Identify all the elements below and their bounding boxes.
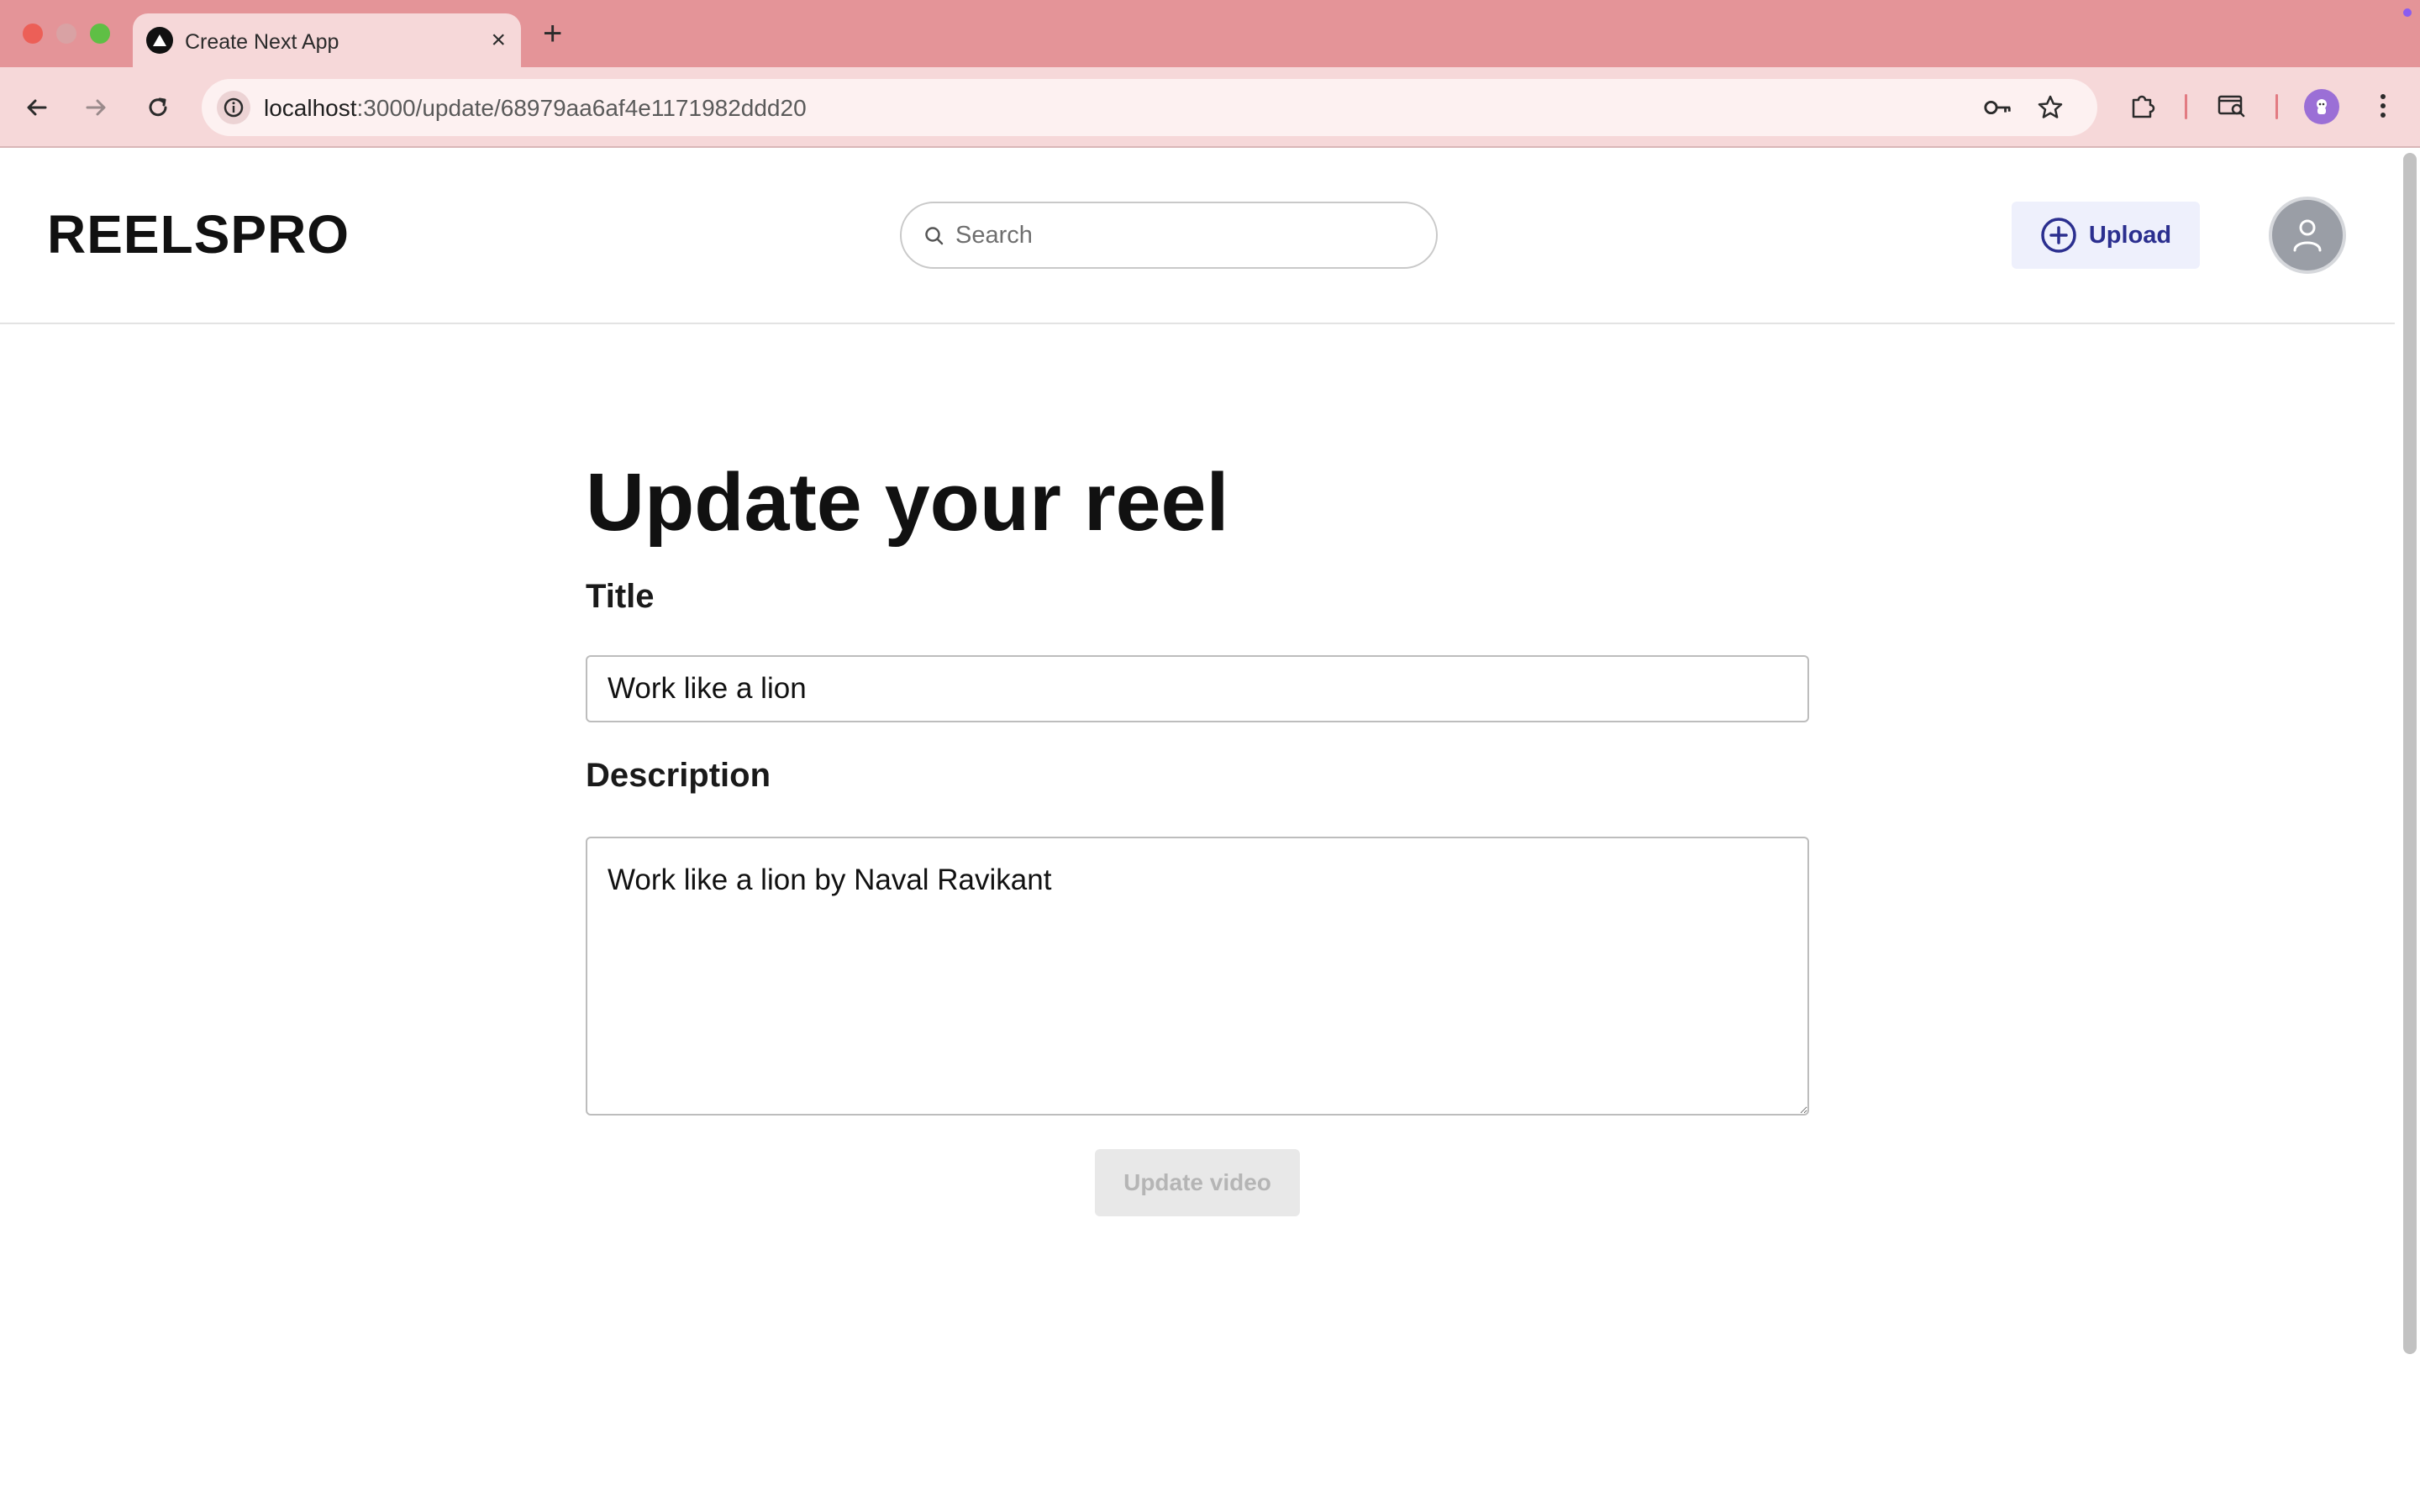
page-scrollbar[interactable] xyxy=(2403,153,2417,1354)
url-host: localhost xyxy=(264,95,357,121)
update-video-button[interactable]: Update video xyxy=(1095,1149,1300,1216)
search-icon xyxy=(925,227,944,245)
window-minimize-button[interactable] xyxy=(56,24,76,44)
user-icon xyxy=(2293,219,2322,252)
tab-title: Create Next App xyxy=(185,30,339,54)
arrow-left-icon[interactable] xyxy=(17,87,57,128)
description-field[interactable]: Work like a lion by Naval Ravikant xyxy=(586,837,1809,1116)
reload-icon[interactable] xyxy=(138,87,178,128)
browser-tab[interactable]: Create Next App × xyxy=(133,13,521,67)
tab-search-icon[interactable] xyxy=(2213,87,2250,124)
app-header: REELSPRO Upload xyxy=(0,148,2395,324)
title-label: Title xyxy=(586,578,655,615)
kebab-menu-icon[interactable] xyxy=(2365,87,2402,124)
upload-label: Upload xyxy=(2088,221,2172,249)
url-text: localhost:3000/update/68979aa6af4e117198… xyxy=(264,95,807,122)
url-path: :3000/update/68979aa6af4e1171982ddd20 xyxy=(356,95,807,121)
new-tab-button[interactable]: + xyxy=(543,15,562,52)
user-avatar-button[interactable] xyxy=(2269,197,2346,274)
toolbar-separator xyxy=(2185,94,2187,119)
title-field[interactable] xyxy=(586,655,1809,722)
search-box[interactable] xyxy=(900,202,1438,269)
arrow-right-icon[interactable] xyxy=(76,87,116,128)
address-bar[interactable]: localhost:3000/update/68979aa6af4e117198… xyxy=(202,79,2097,136)
star-icon[interactable] xyxy=(2035,92,2065,123)
app-logo[interactable]: REELSPRO xyxy=(47,203,350,265)
notification-dot xyxy=(2403,8,2412,17)
browser-toolbar: localhost:3000/update/68979aa6af4e117198… xyxy=(0,67,2420,148)
tab-close-icon[interactable]: × xyxy=(491,25,506,55)
info-icon[interactable] xyxy=(217,91,250,124)
description-label: Description xyxy=(586,757,771,794)
plus-circle-icon xyxy=(2041,218,2076,253)
upload-button[interactable]: Upload xyxy=(2012,202,2200,269)
window-close-button[interactable] xyxy=(23,24,43,44)
tab-strip: Create Next App × + xyxy=(0,0,2420,67)
page-viewport: REELSPRO Upload Update your reel Title D… xyxy=(0,148,2420,1512)
window-zoom-button[interactable] xyxy=(90,24,110,44)
triangle-logo-icon xyxy=(146,27,173,54)
key-icon[interactable] xyxy=(1983,92,2013,123)
profile-avatar[interactable] xyxy=(2304,89,2339,124)
puzzle-icon[interactable] xyxy=(2124,87,2161,124)
page-title: Update your reel xyxy=(586,456,1229,548)
search-input[interactable] xyxy=(955,215,1409,255)
toolbar-separator xyxy=(2275,94,2278,119)
